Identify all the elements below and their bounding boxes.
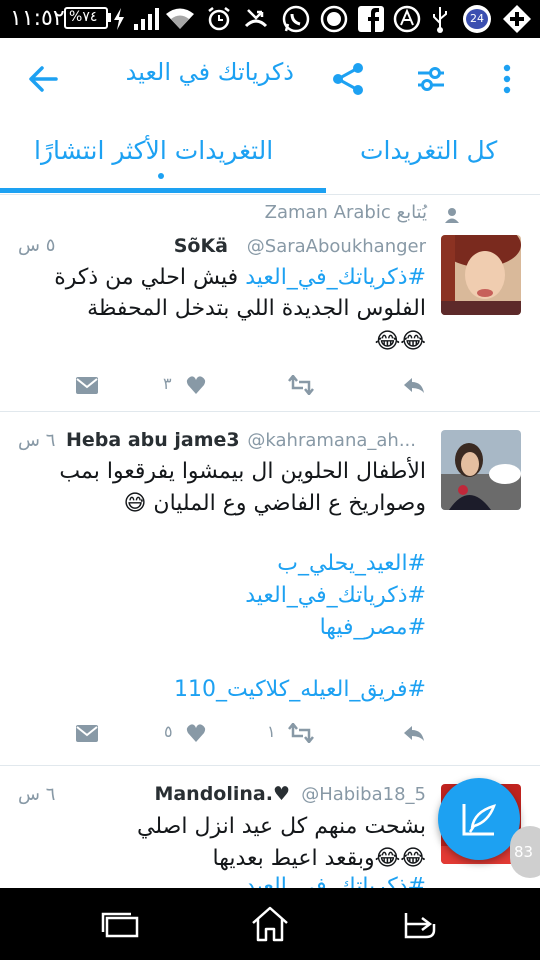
- notification-badge-icon: 24: [463, 5, 491, 33]
- avast-icon: [393, 5, 421, 33]
- charging-icon: [114, 8, 124, 30]
- compose-tweet-button[interactable]: [438, 778, 520, 860]
- missed-call-icon: [244, 9, 268, 28]
- system-nav-bar: [0, 888, 540, 960]
- tweet-author-name[interactable]: Mandolina.♥: [154, 783, 290, 805]
- status-time: ١١:٥٢: [10, 6, 65, 31]
- active-tab-underline: [0, 188, 326, 193]
- compose-quill-icon: [462, 804, 497, 836]
- tab-top-tweets[interactable]: التغريدات الأكثر انتشارًا: [34, 136, 273, 165]
- hashtag-link[interactable]: #العيد_يحلي_ب: [277, 551, 426, 576]
- tweet-author-name[interactable]: Heba abu jame3: [66, 429, 240, 451]
- avatar[interactable]: [441, 235, 521, 315]
- tweet-text-line: وصواريخ ع الفاضي وع المليان 😅: [123, 491, 427, 516]
- floating-chat-bubble[interactable]: 83: [510, 826, 540, 878]
- tweet-text-line: الفلوس الجديدة اللي بتدخل المحفظة: [87, 296, 426, 321]
- retweet-icon[interactable]: [288, 723, 314, 743]
- alarm-icon: [208, 7, 230, 31]
- bubble-count: 83: [514, 843, 534, 861]
- overflow-menu-icon[interactable]: [502, 64, 512, 94]
- wifi-icon: [166, 8, 194, 29]
- signal-icon: [134, 8, 159, 30]
- tweet-item[interactable]: @kahramana_ah... Heba abu jame3 ٦ س الأط…: [0, 412, 540, 766]
- retweet-icon[interactable]: [288, 375, 314, 395]
- usb-icon: [433, 7, 447, 33]
- search-query-title[interactable]: ذكرياتك في العيد: [126, 58, 294, 86]
- retweet-count: ١: [267, 722, 276, 741]
- tweet-handle[interactable]: @SaraAboukhanger: [247, 236, 426, 257]
- tweet-item[interactable]: @SaraAboukhanger SõKä ٥ س #ذكرياتك_في_ال…: [0, 195, 540, 412]
- avatar[interactable]: [441, 430, 521, 510]
- home-icon[interactable]: [250, 906, 290, 942]
- tweet-handle[interactable]: @Habiba18_5: [301, 784, 426, 805]
- like-count: ٥: [164, 722, 173, 741]
- message-icon[interactable]: [76, 377, 98, 394]
- share-icon[interactable]: [332, 62, 364, 96]
- like-icon[interactable]: [186, 724, 206, 742]
- back-arrow-icon[interactable]: [28, 64, 58, 94]
- tweet-emoji-line: 😂😂: [374, 329, 426, 354]
- filter-icon[interactable]: [416, 64, 446, 94]
- tweet-timestamp: ٦ س: [18, 430, 56, 451]
- circle-app-icon: [320, 5, 348, 33]
- reply-icon[interactable]: [402, 376, 426, 394]
- tweet-text-line: الأطفال الحلوين ال بيمشوا يفرقعوا بمب: [59, 459, 426, 484]
- hashtag-link[interactable]: #ذكرياتك_في_العيد: [245, 265, 426, 290]
- whatsapp-icon: [282, 5, 310, 33]
- hashtag-link[interactable]: #ذكرياتك_في_العيد: [245, 874, 426, 888]
- recent-apps-icon[interactable]: [101, 912, 139, 938]
- tab-all-tweets[interactable]: كل التغريدات: [360, 136, 497, 165]
- app-bar: ذكرياتك في العيد: [0, 38, 540, 122]
- back-nav-icon[interactable]: [400, 910, 438, 940]
- tab-bar: التغريدات الأكثر انتشارًا كل التغريدات: [0, 122, 540, 195]
- tweet-handle[interactable]: @kahramana_ah...: [247, 430, 416, 451]
- message-icon[interactable]: [76, 725, 98, 742]
- hashtag-link[interactable]: #فريق_العيله_كلاكيت_110: [174, 677, 426, 702]
- tweet-timestamp: ٦ س: [18, 784, 56, 805]
- tab-indicator-dot: [158, 173, 164, 179]
- tweet-text-line: 😂😂وبقعد اعيط بعديها: [212, 846, 426, 871]
- reply-icon[interactable]: [402, 724, 426, 742]
- tweet-author-name[interactable]: SõKä: [174, 235, 228, 257]
- battery-level: %٧٤: [69, 9, 98, 25]
- facebook-icon: [358, 6, 384, 32]
- like-count: ٣: [163, 374, 172, 393]
- status-bar: ١١:٥٢ %٧٤ 24: [0, 0, 540, 38]
- like-icon[interactable]: [186, 376, 206, 394]
- battery-tip: [108, 13, 111, 22]
- hashtag-link[interactable]: #ذكرياتك_في_العيد: [245, 583, 426, 608]
- battery-icon: %٧٤: [64, 7, 108, 29]
- tweet-timestamp: ٥ س: [18, 235, 56, 256]
- tweet-text-line: بشحت منهم كل عيد انزل اصلي: [137, 814, 426, 839]
- notification-count: 24: [466, 9, 488, 29]
- hashtag-link[interactable]: #مصر_فيها: [320, 615, 426, 640]
- tweet-text-line: #ذكرياتك_في_العيد فيش احلي من ذكرة: [54, 265, 426, 290]
- plus-app-icon: [503, 5, 531, 33]
